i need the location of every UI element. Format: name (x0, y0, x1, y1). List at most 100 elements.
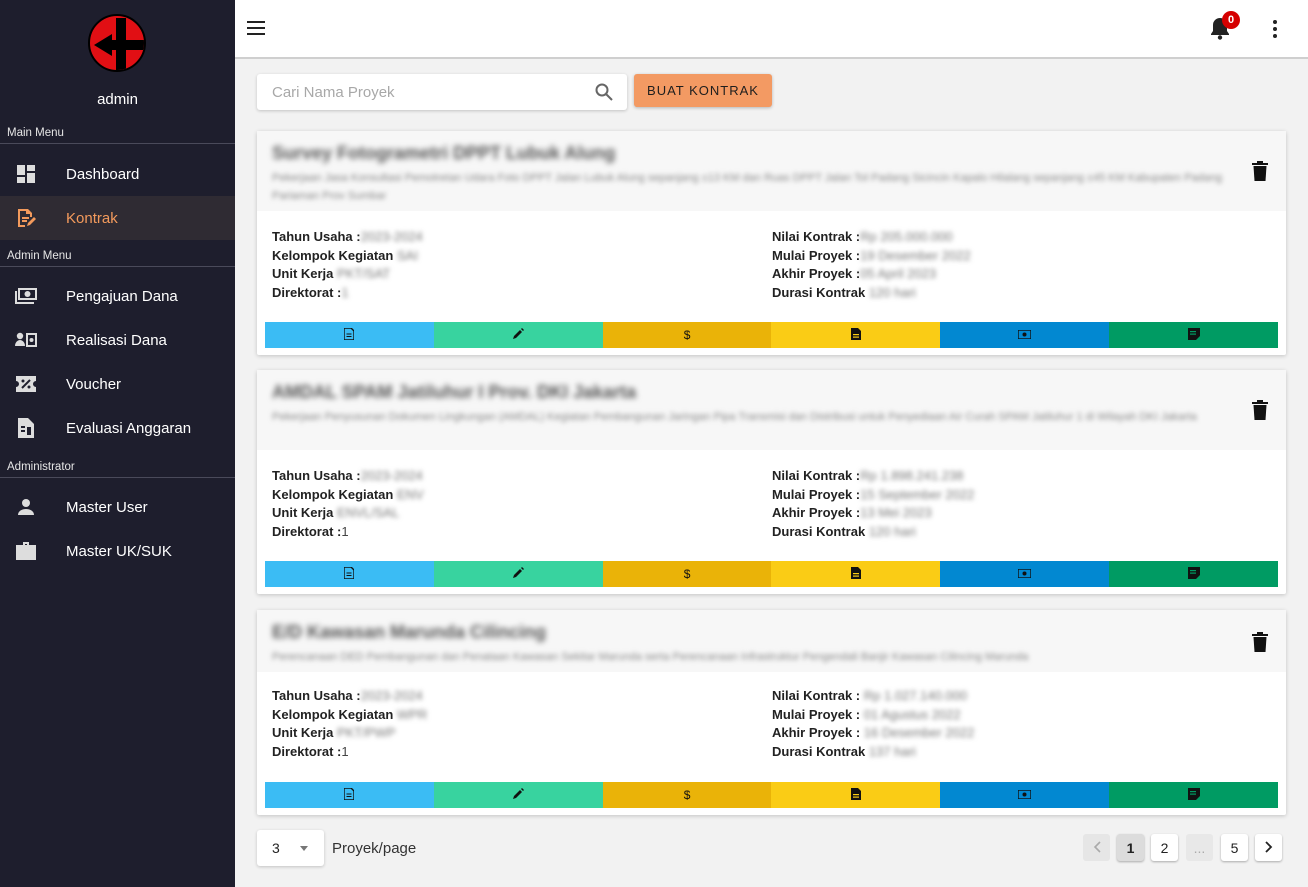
contract-edit-icon (0, 208, 66, 228)
divider (0, 266, 235, 267)
edit-button[interactable] (433, 782, 603, 808)
per-page-select[interactable]: 3 (257, 830, 324, 866)
sidebar-item-label: Realisasi Dana (66, 331, 167, 349)
funds-button[interactable] (940, 782, 1110, 808)
project-card: E/D Kawasan Marunda Cilincing Perencanaa… (257, 610, 1286, 815)
notes-button[interactable] (1109, 561, 1278, 587)
field-value: 2023-2024 (360, 229, 423, 244)
money-icon (0, 288, 66, 304)
project-card: AMDAL SPAM Jatiluhur I Prov. DKI Jakarta… (257, 370, 1286, 594)
project-title: E/D Kawasan Marunda Cilincing (272, 622, 547, 642)
sidebar-item-label: Master UK/SUK (66, 542, 172, 560)
page-button-2[interactable]: 2 (1151, 834, 1178, 861)
field-value: 15 September 2022 (860, 486, 975, 502)
project-card-header: Survey Fotogrametri DPPT Lubuk Alung Pek… (257, 131, 1286, 211)
project-card-header: E/D Kawasan Marunda Cilincing Perencanaa… (257, 610, 1286, 672)
chevron-down-icon (300, 846, 308, 851)
sidebar-item-pengajuan-dana[interactable]: Pengajuan Dana (0, 274, 235, 318)
payment-button[interactable]: $ (602, 322, 772, 348)
project-title: AMDAL SPAM Jatiluhur I Prov. DKI Jakarta (272, 382, 637, 402)
field-label: Kelompok Kegiatan (272, 706, 394, 722)
delete-icon[interactable] (1252, 400, 1268, 425)
notification-badge: 0 (1222, 11, 1240, 29)
field-label: Akhir Proyek : (772, 266, 861, 281)
more-vert-icon[interactable] (1273, 20, 1279, 38)
file-icon (850, 566, 861, 582)
project-description: Perencanaan DED Pembangunan dan Penataan… (272, 651, 1029, 663)
sidebar-item-label: Dashboard (66, 165, 140, 183)
field-label: Unit Kerja (272, 725, 334, 740)
sidebar-item-label: Master User (66, 498, 148, 516)
project-fields-right: Nilai Kontrak :Rp 205.000.000 Mulai Proy… (772, 228, 971, 302)
money-icon (1017, 567, 1032, 581)
dollar-icon: $ (683, 788, 691, 802)
payment-button[interactable]: $ (602, 782, 772, 808)
search-icon[interactable] (595, 83, 613, 106)
sidebar-item-kontrak[interactable]: Kontrak (0, 196, 235, 240)
delete-icon[interactable] (1252, 632, 1268, 657)
view-document-button[interactable] (265, 782, 434, 808)
app-logo[interactable] (88, 14, 146, 72)
next-page-button[interactable] (1255, 834, 1282, 861)
money-icon (1017, 328, 1032, 342)
field-value: 1 (341, 743, 349, 759)
sidebar-item-master-user[interactable]: Master User (0, 485, 235, 529)
field-value: Rp 1.027.140.000 (863, 688, 968, 703)
field-label: Kelompok Kegiatan (272, 247, 394, 263)
field-value: 1 (341, 284, 349, 300)
sidebar-item-master-uk-suk[interactable]: Master UK/SUK (0, 529, 235, 573)
project-fields-left: Tahun Usaha :2023-2024 Kelompok Kegiatan… (272, 687, 427, 761)
funds-button[interactable] (940, 322, 1110, 348)
chevron-right-icon (1264, 840, 1273, 856)
field-label: Direktorat : (272, 523, 342, 539)
project-action-bar: $ (265, 561, 1278, 587)
project-card-header: AMDAL SPAM Jatiluhur I Prov. DKI Jakarta… (257, 370, 1286, 450)
search-input[interactable] (257, 74, 577, 110)
field-value: 19 Desember 2022 (860, 247, 971, 263)
payment-button[interactable]: $ (602, 561, 772, 587)
section-title-main-menu: Main Menu (7, 127, 64, 139)
page-button-5[interactable]: 5 (1221, 834, 1248, 861)
field-value: 13 Mei 2023 (860, 505, 932, 520)
project-fields-right: Nilai Kontrak : Rp 1.027.140.000 Mulai P… (772, 687, 974, 761)
project-action-bar: $ (265, 782, 1278, 808)
prev-page-button[interactable] (1083, 834, 1110, 861)
edit-button[interactable] (433, 561, 603, 587)
field-label: Akhir Proyek : (772, 725, 861, 740)
delete-icon[interactable] (1252, 161, 1268, 186)
sidebar-item-evaluasi-anggaran[interactable]: Evaluasi Anggaran (0, 406, 235, 450)
field-value: 05 April 2023 (860, 266, 937, 281)
project-fields-right: Nilai Kontrak :Rp 1.898.241.238 Mulai Pr… (772, 467, 974, 541)
field-value: SAI (396, 247, 418, 263)
project-action-bar: $ (265, 322, 1278, 348)
project-description: Pekerjaan Jasa Konsultasi Pemotretan Uda… (272, 172, 1223, 202)
file-button[interactable] (771, 561, 941, 587)
field-label: Kelompok Kegiatan (272, 486, 394, 502)
project-card: Survey Fotogrametri DPPT Lubuk Alung Pek… (257, 131, 1286, 355)
sidebar-item-label: Voucher (66, 375, 122, 393)
field-value: PKT/PWP (337, 725, 396, 740)
funds-button[interactable] (940, 561, 1110, 587)
project-description: Pekerjaan Penyusunan Dokumen Lingkungan … (272, 411, 1197, 423)
view-document-button[interactable] (265, 561, 434, 587)
field-value: ENV (396, 486, 424, 502)
file-icon (850, 787, 861, 803)
file-button[interactable] (771, 322, 941, 348)
project-fields-left: Tahun Usaha :2023-2024 Kelompok Kegiatan… (272, 228, 423, 302)
sidebar-item-voucher[interactable]: Voucher (0, 362, 235, 406)
notes-button[interactable] (1109, 322, 1278, 348)
file-button[interactable] (771, 782, 941, 808)
notes-button[interactable] (1109, 782, 1278, 808)
view-document-button[interactable] (265, 322, 434, 348)
sidebar-item-dashboard[interactable]: Dashboard (0, 152, 235, 196)
field-value: Rp 205.000.000 (860, 229, 953, 244)
field-value: 2023-2024 (360, 468, 423, 483)
voucher-icon (0, 376, 66, 392)
create-contract-button[interactable]: BUAT KONTRAK (634, 74, 772, 107)
edit-button[interactable] (433, 322, 603, 348)
sidebar-item-realisasi-dana[interactable]: Realisasi Dana (0, 318, 235, 362)
menu-icon[interactable] (247, 21, 265, 37)
document-icon (343, 565, 356, 582)
page-button-1[interactable]: 1 (1117, 834, 1144, 861)
field-value: 16 Desember 2022 (863, 725, 975, 740)
